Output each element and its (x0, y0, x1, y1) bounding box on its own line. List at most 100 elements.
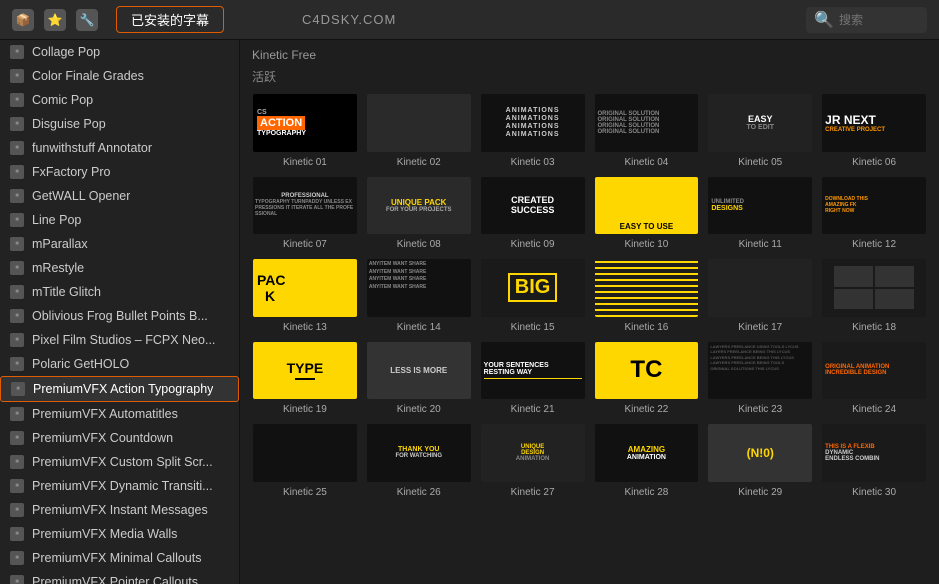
grid-item-28[interactable]: (N!0) Kinetic 29 (707, 423, 813, 498)
toolbar: 📦 ⭐ 🔧 已安装的字幕 C4DSKY.COM 🔍 (0, 0, 939, 40)
thumb-27: AMAZING ANIMATION (594, 423, 700, 483)
sidebar-item-20[interactable]: ■ PremiumVFX Media Walls (0, 522, 239, 546)
toolbar-icon-2[interactable]: ⭐ (44, 9, 66, 31)
sidebar-item-11[interactable]: ■Oblivious Frog Bullet Points B... (0, 304, 239, 328)
sidebar-item-label-20: PremiumVFX Media Walls (32, 527, 177, 541)
sidebar-item-label-8: mParallax (32, 237, 88, 251)
grid-item-26[interactable]: UNIQUE DESIGN ANIMATION Kinetic 27 (480, 423, 586, 498)
thumb-label-12: Kinetic 13 (283, 322, 327, 333)
sidebar-item-19[interactable]: ■PremiumVFX Instant Messages (0, 498, 239, 522)
sidebar-item-21[interactable]: ■PremiumVFX Minimal Callouts (0, 546, 239, 570)
grid-item-11[interactable]: DOWNLOAD THIS AMAZING FK RIGHT NOW Kinet… (821, 176, 927, 251)
sidebar-item-7[interactable]: ■Line Pop (0, 208, 239, 232)
toolbar-icon-3[interactable]: 🔧 (76, 9, 98, 31)
grid-item-17[interactable]: Kinetic 18 (821, 258, 927, 333)
sidebar-item-9[interactable]: ■ mRestyle (0, 256, 239, 280)
sidebar-item-10[interactable]: ■mTitle Glitch (0, 280, 239, 304)
sidebar-item-17[interactable]: ■PremiumVFX Custom Split Scr... (0, 450, 239, 474)
sidebar-icon-9: ■ (10, 261, 24, 275)
sidebar-item-label-16: PremiumVFX Countdown (32, 431, 173, 445)
grid-item-0[interactable]: CSACTIONTYPOGRAPHYKinetic 01 (252, 93, 358, 168)
grid-item-1[interactable]: Kinetic 02 (366, 93, 472, 168)
grid-item-15[interactable]: Kinetic 16 (594, 258, 700, 333)
thumb-8: CREATED SUCCESS (480, 176, 586, 236)
thumb-1 (366, 93, 472, 153)
grid-item-13[interactable]: ANYITEM WANT SHAREANYITEM WANT SHAREANYI… (366, 258, 472, 333)
sidebar-item-label-17: PremiumVFX Custom Split Scr... (32, 455, 213, 469)
sidebar-icon-10: ■ (10, 285, 24, 299)
thumb-18: TYPE (252, 341, 358, 401)
thumb-label-13: Kinetic 14 (397, 322, 441, 333)
thumb-14: BIG (480, 258, 586, 318)
thumb-label-22: Kinetic 23 (738, 404, 782, 415)
sidebar-item-0[interactable]: ■Collage Pop (0, 40, 239, 64)
grid-item-2[interactable]: ANIMATIONS ANIMATIONS ANIMATIONS ANIMATI… (480, 93, 586, 168)
grid-item-20[interactable]: YOUR SENTENCES RESTING WAY Kinetic 21 (480, 341, 586, 416)
grid-item-27[interactable]: AMAZING ANIMATION Kinetic 28 (594, 423, 700, 498)
grid-item-21[interactable]: TC Kinetic 22 (594, 341, 700, 416)
thumb-label-18: Kinetic 19 (283, 404, 327, 415)
grid-item-10[interactable]: UNLIMITED DESIGNS Kinetic 11 (707, 176, 813, 251)
grid-item-29[interactable]: THIS IS A FLEXIB DYNAMIC ENDLESS COMBIN … (821, 423, 927, 498)
sidebar-item-14[interactable]: ■PremiumVFX Action Typography (0, 376, 239, 402)
thumb-4: EASY TO EDIT (707, 93, 813, 153)
grid-item-18[interactable]: TYPE Kinetic 19 (252, 341, 358, 416)
sidebar-item-6[interactable]: ■GetWALL Opener (0, 184, 239, 208)
sidebar-item-5[interactable]: ■FxFactory Pro (0, 160, 239, 184)
kinetic-free-label: Kinetic Free (252, 48, 927, 62)
grid-item-12[interactable]: PAC K Kinetic 13 (252, 258, 358, 333)
grid-item-19[interactable]: LESS IS MORE Kinetic 20 (366, 341, 472, 416)
thumb-label-8: Kinetic 09 (511, 239, 555, 250)
grid-item-7[interactable]: UNIQUE PACK FOR YOUR PROJECTS Kinetic 08 (366, 176, 472, 251)
thumb-label-4: Kinetic 05 (738, 157, 782, 168)
sidebar-item-label-9: mRestyle (32, 261, 84, 275)
thumb-5: JR NEXT CREATIVE PROJECT (821, 93, 927, 153)
sidebar-item-4[interactable]: ■funwithstuff Annotator (0, 136, 239, 160)
thumb-10: UNLIMITED DESIGNS (707, 176, 813, 236)
sidebar-icon-20: ■ (10, 527, 24, 541)
sidebar-item-16[interactable]: ■PremiumVFX Countdown (0, 426, 239, 450)
sidebar-item-label-21: PremiumVFX Minimal Callouts (32, 551, 201, 565)
grid-item-25[interactable]: THANK YOU FOR WATCHING Kinetic 26 (366, 423, 472, 498)
grid-item-16[interactable]: Kinetic 17 (707, 258, 813, 333)
thumb-13: ANYITEM WANT SHAREANYITEM WANT SHAREANYI… (366, 258, 472, 318)
thumb-label-19: Kinetic 20 (397, 404, 441, 415)
search-box[interactable]: 🔍 (806, 7, 927, 33)
thumb-label-23: Kinetic 24 (852, 404, 896, 415)
grid-item-22[interactable]: LAWYERS FREELANCE USING TOOLS LYCUSLAYER… (707, 341, 813, 416)
sidebar-item-12[interactable]: ■Pixel Film Studios – FCPX Neo... (0, 328, 239, 352)
grid-item-4[interactable]: EASY TO EDIT Kinetic 05 (707, 93, 813, 168)
grid-item-3[interactable]: ORIGINAL SOLUTION ORIGINAL SOLUTION ORIG… (594, 93, 700, 168)
sidebar-item-3[interactable]: ■Disguise Pop (0, 112, 239, 136)
sidebar-item-22[interactable]: ■PremiumVFX Pointer Callouts (0, 570, 239, 584)
sidebar-item-18[interactable]: ■PremiumVFX Dynamic Transiti... (0, 474, 239, 498)
toolbar-icon-1[interactable]: 📦 (12, 9, 34, 31)
thumb-label-14: Kinetic 15 (511, 322, 555, 333)
grid-item-5[interactable]: JR NEXT CREATIVE PROJECT Kinetic 06 (821, 93, 927, 168)
sidebar-icon-8: ■ (10, 237, 24, 251)
thumb-20: YOUR SENTENCES RESTING WAY (480, 341, 586, 401)
thumb-28: (N!0) (707, 423, 813, 483)
grid-item-9[interactable]: EASY TO USE Kinetic 10 (594, 176, 700, 251)
thumb-label-0: Kinetic 01 (283, 157, 327, 168)
tab-installed[interactable]: 已安装的字幕 (116, 6, 224, 33)
thumb-label-5: Kinetic 06 (852, 157, 896, 168)
sidebar-item-label-5: FxFactory Pro (32, 165, 111, 179)
grid-item-6[interactable]: PROFESSIONAL TYPOGRAPHY TURNPADDY UNLESS… (252, 176, 358, 251)
thumb-label-15: Kinetic 16 (624, 322, 668, 333)
sidebar-item-label-11: Oblivious Frog Bullet Points B... (32, 309, 208, 323)
thumb-label-3: Kinetic 04 (624, 157, 668, 168)
grid-item-24[interactable]: Kinetic 25 (252, 423, 358, 498)
sidebar-item-13[interactable]: ■Polaric GetHOLO (0, 352, 239, 376)
sidebar-item-1[interactable]: ■Color Finale Grades (0, 64, 239, 88)
sidebar-item-15[interactable]: ■PremiumVFX Automatitles (0, 402, 239, 426)
thumb-9: EASY TO USE (594, 176, 700, 236)
search-input[interactable] (839, 13, 919, 27)
sidebar-item-2[interactable]: ■Comic Pop (0, 88, 239, 112)
thumb-label-9: Kinetic 10 (624, 239, 668, 250)
grid-item-14[interactable]: BIG Kinetic 15 (480, 258, 586, 333)
sidebar-icon-18: ■ (10, 479, 24, 493)
grid-item-8[interactable]: CREATED SUCCESS Kinetic 09 (480, 176, 586, 251)
sidebar-item-8[interactable]: ■ mParallax (0, 232, 239, 256)
grid-item-23[interactable]: ORIGINAL ANIMATION INCREDIBLE DESIGN Kin… (821, 341, 927, 416)
